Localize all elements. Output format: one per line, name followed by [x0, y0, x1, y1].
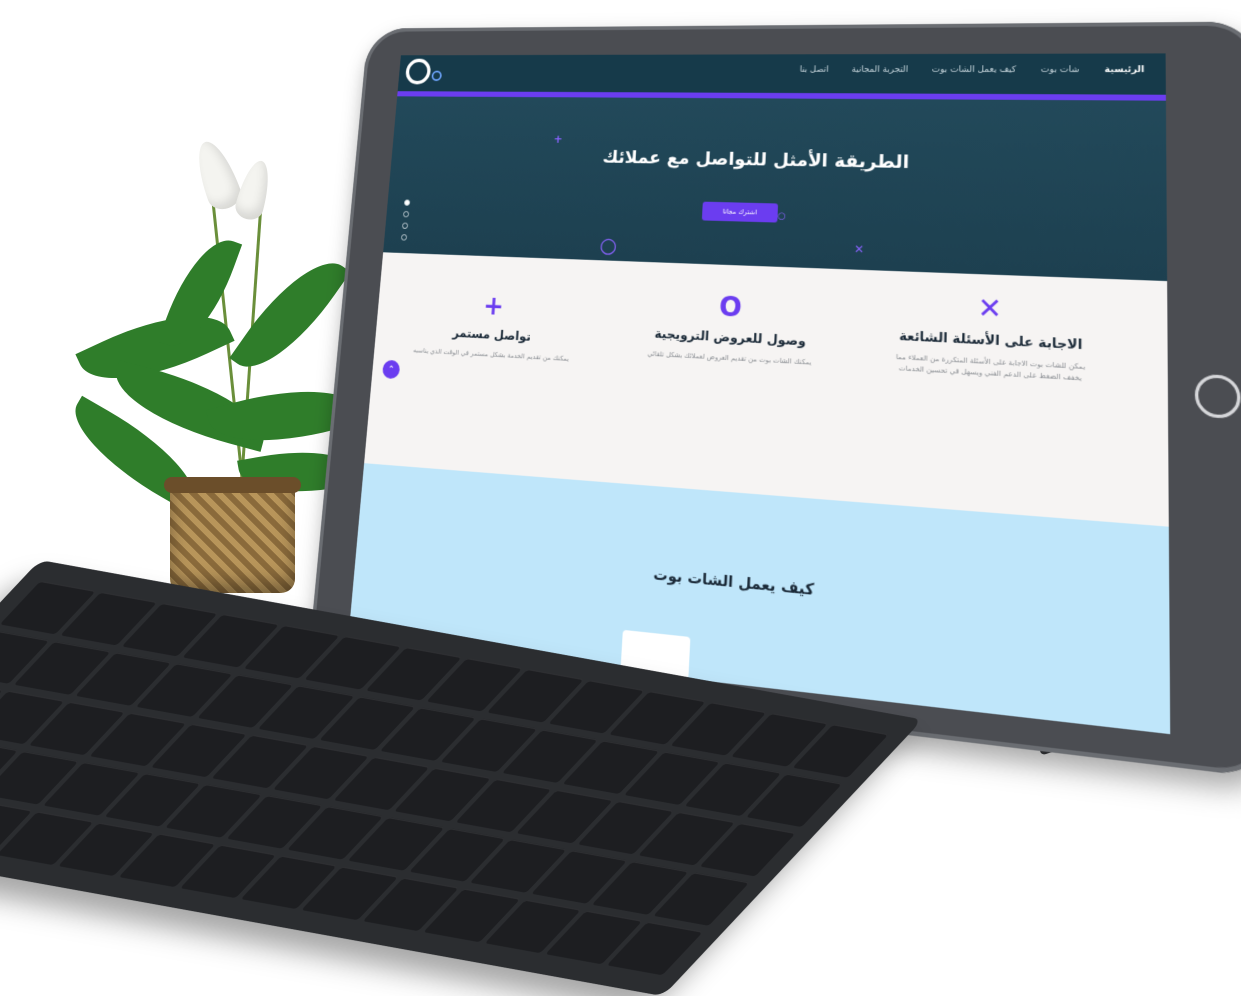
circle-deco-icon: ○: [598, 234, 618, 259]
slider-dot[interactable]: [400, 234, 408, 241]
website-screen: الرئيسية شات بوت كيف يعمل الشات بوت التج…: [348, 53, 1171, 735]
wicker-pot: [164, 477, 301, 593]
plus-icon: +: [482, 290, 505, 322]
nav-item-chatbot[interactable]: شات بوت: [1041, 65, 1080, 75]
nav-item-how-it-works[interactable]: كيف يعمل الشات بوت: [932, 65, 1017, 75]
home-button[interactable]: [1194, 373, 1241, 420]
slider-dot[interactable]: [401, 222, 409, 229]
nav-links: الرئيسية شات بوت كيف يعمل الشات بوت التج…: [800, 65, 1145, 75]
navbar: الرئيسية شات بوت كيف يعمل الشات بوت التج…: [397, 53, 1166, 101]
slider-dots: [400, 199, 411, 241]
nav-item-home[interactable]: الرئيسية: [1105, 65, 1145, 75]
subscribe-button[interactable]: اشترك مجانا: [701, 201, 779, 223]
nav-item-contact[interactable]: اتصل بنا: [800, 65, 829, 74]
feature-text: يمكنك الشات بوت من تقديم العروض لعملائك …: [647, 349, 812, 367]
x-deco-icon: ✕: [853, 242, 865, 257]
slider-dot[interactable]: [403, 199, 411, 206]
feature-title: وصول للعروض الترويجية: [654, 327, 807, 350]
feature-text: يمكن للشات بوت الاجابة على الأسئلة المتك…: [895, 352, 1086, 382]
feature-title: الاجابة على الأسئلة الشائعة: [898, 329, 1083, 354]
feature-text: يمكنك من تقديم الخدمة بشكل مستمر في الوق…: [412, 346, 570, 363]
feature-title: تواصل مستمر: [451, 326, 532, 345]
plus-deco-icon: +: [553, 132, 563, 146]
nav-item-free-trial[interactable]: التجربة المجانية: [851, 65, 908, 74]
scroll-up-icon[interactable]: ⌃: [381, 359, 401, 380]
circle-icon: O: [718, 290, 743, 324]
hero-title: الطريقة الأمثل للتواصل مع عملائك: [602, 147, 910, 173]
logo-mark-icon: [431, 70, 443, 82]
section-title: كيف يعمل الشات بوت: [652, 565, 815, 600]
feature-promotions: O وصول للعروض الترويجية يمكنك الشات بوت …: [639, 290, 823, 368]
circle-deco-icon: ○: [777, 211, 787, 222]
feature-continuous-contact: + تواصل مستمر يمكنك من تقديم الخدمة بشكل…: [408, 290, 579, 365]
feature-faq: ✕ الاجابة على الأسئلة الشائعة يمكن للشات…: [891, 291, 1091, 384]
logo-icon[interactable]: [404, 58, 432, 85]
slider-dot[interactable]: [402, 210, 410, 218]
x-icon: ✕: [977, 291, 1003, 326]
hero-banner: الطريقة الأمثل للتواصل مع عملائك اشترك م…: [383, 96, 1168, 282]
